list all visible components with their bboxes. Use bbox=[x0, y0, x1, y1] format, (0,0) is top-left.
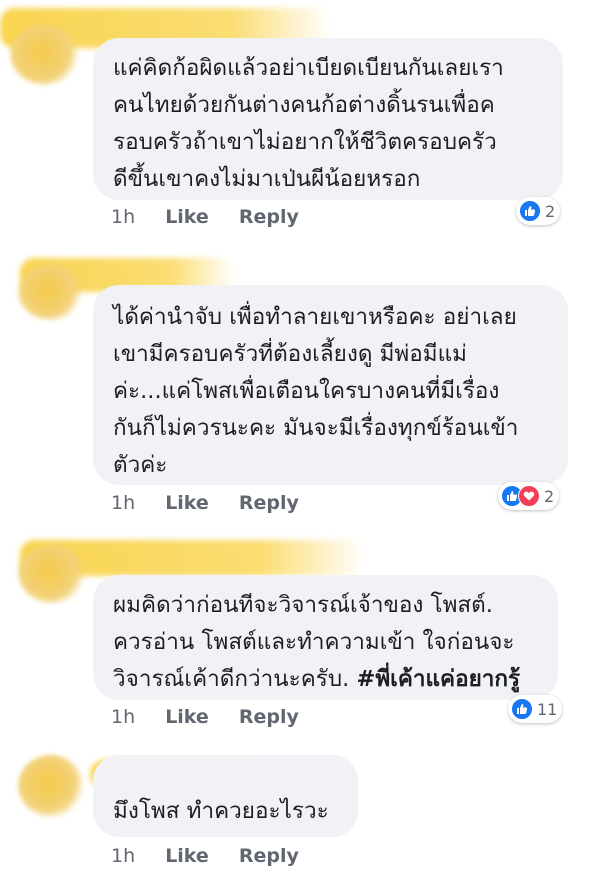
like-button[interactable]: Like bbox=[165, 206, 209, 228]
comment-text: วิจารณ์เค้าดีกว่านะครับ. bbox=[113, 666, 350, 692]
avatar[interactable] bbox=[18, 755, 84, 817]
comment-text-line: กันก็ไม่ควรนะคะ มันจะมีเรื่องทุกข์ร้อนเข… bbox=[113, 415, 519, 441]
timestamp[interactable]: 1h bbox=[111, 206, 135, 228]
comment-bubble: ได้ค่านำจับ เพื่อทำลายเขาหรือคะ อย่าเลย … bbox=[93, 285, 568, 485]
comment-actions: 1h Like Reply bbox=[111, 206, 323, 228]
reply-button[interactable]: Reply bbox=[239, 206, 299, 228]
reply-button[interactable]: Reply bbox=[239, 845, 299, 867]
thumbs-up-icon bbox=[511, 698, 533, 720]
reaction-badge[interactable]: 2 bbox=[498, 482, 560, 510]
hashtag-link[interactable]: #พี่เค้าแค่อยากรู้ bbox=[356, 666, 520, 692]
comment-text-line: ผมคิดว่าก่อนทีจะวิจารณ์เจ้าของ โพสต์. bbox=[113, 592, 493, 618]
reply-button[interactable]: Reply bbox=[239, 706, 299, 728]
timestamp[interactable]: 1h bbox=[111, 492, 135, 514]
like-button[interactable]: Like bbox=[165, 706, 209, 728]
thumbs-up-icon bbox=[519, 200, 541, 222]
comment-text-line: แค่คิดก้อผิดแล้วอย่าเบียดเบียนกันเลยเรา bbox=[113, 55, 504, 81]
like-button[interactable]: Like bbox=[165, 845, 209, 867]
timestamp[interactable]: 1h bbox=[111, 706, 135, 728]
like-button[interactable]: Like bbox=[165, 492, 209, 514]
comment-bubble: ผมคิดว่าก่อนทีจะวิจารณ์เจ้าของ โพสต์. คว… bbox=[93, 575, 558, 700]
avatar[interactable] bbox=[18, 545, 86, 603]
reaction-count: 2 bbox=[544, 486, 555, 506]
comment-text-line: มึงโพส ทำควยอะไรวะ bbox=[113, 798, 329, 824]
reply-button[interactable]: Reply bbox=[239, 492, 299, 514]
comment-text-line: ตัวค่ะ bbox=[113, 452, 168, 478]
comment-text-line: วิจารณ์เค้าดีกว่านะครับ. #พี่เค้าแค่อยาก… bbox=[113, 661, 538, 698]
comment-actions: 1h Like Reply bbox=[111, 492, 323, 514]
comment-text-line: ดีขึ้นเขาคงไม่มาเป่นผีน้อยหรอก bbox=[113, 166, 421, 192]
comment-bubble: มึงโพส ทำควยอะไรวะ bbox=[93, 755, 358, 837]
comment-text-line: ควรอ่าน โพสต์และทำความเข้า ใจก่อนจะ bbox=[113, 629, 515, 655]
comment-actions: 1h Like Reply bbox=[111, 706, 323, 728]
comment-text-line: เขามีครอบครัวที่ต้องเลี้ยงดู มีพ่อมีแม่ bbox=[113, 341, 467, 367]
comment-actions: 1h Like Reply bbox=[111, 845, 323, 867]
timestamp[interactable]: 1h bbox=[111, 845, 135, 867]
reaction-count: 11 bbox=[537, 699, 558, 719]
comment-text-line: ค่ะ...แค่โพสเพื่อเตือนใครบางคนที่มีเรื่อ… bbox=[113, 378, 500, 404]
reaction-badge[interactable]: 11 bbox=[508, 695, 563, 723]
heart-icon bbox=[518, 485, 540, 507]
avatar[interactable] bbox=[18, 265, 83, 320]
comment-text-line: รอบครัวถ้าเขาไม่อยากให้ชีวิตครอบครัว bbox=[113, 129, 497, 155]
comment-text-line: ได้ค่านำจับ เพื่อทำลายเขาหรือคะ อย่าเลย bbox=[113, 304, 517, 330]
comment-bubble: แค่คิดก้อผิดแล้วอย่าเบียดเบียนกันเลยเรา … bbox=[93, 38, 563, 200]
comment-text-line: คนไทยด้วยกันต่างคนก้อต่างดิ้นรนเพื่อค bbox=[113, 92, 495, 118]
avatar[interactable] bbox=[10, 25, 80, 85]
reaction-count: 2 bbox=[545, 201, 556, 221]
reaction-badge[interactable]: 2 bbox=[516, 197, 561, 225]
